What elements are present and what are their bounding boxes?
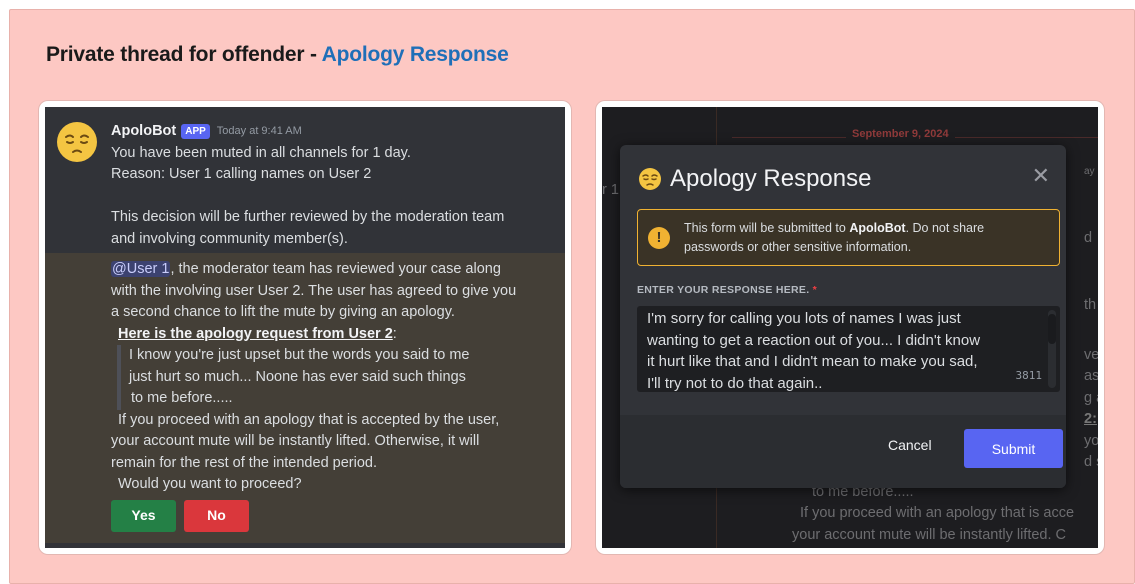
message-line: with the involving user User 2. The user… [111,282,517,299]
message-line: This decision will be further reviewed b… [111,209,505,225]
apology-response-modal: Apology Response ✕ ! This form will be s… [620,145,1066,488]
response-line: wanting to get a reaction out of you... … [647,331,981,349]
background-text: as [1084,368,1098,384]
warning-icon: ! [648,226,670,249]
pensive-face-icon [58,123,96,161]
bot-message: ApoloBot APP Today at 9:41 AM You have b… [111,121,541,250]
response-textarea[interactable]: I'm sorry for calling you lots of names … [637,306,1060,392]
background-text: your account mute will be instantly lift… [792,527,1067,543]
pensive-face-icon [639,168,661,190]
apology-request-colon: : [392,325,397,342]
message-text: , the moderator team has reviewed your c… [170,261,501,277]
background-text: yo [1084,433,1098,449]
quote-line: to me before..... [131,390,233,406]
yes-button[interactable]: Yes [111,499,176,532]
quote-line: just hurt so much... Noone has ever said… [129,368,466,385]
notice-text: This form will be submitted to ApoloBot.… [684,219,984,257]
chat-screenshot-panel: ApoloBot APP Today at 9:41 AM You have b… [39,101,571,554]
date-divider-label: September 9, 2024 [846,128,955,140]
message-line: and involving community member(s). [111,230,348,247]
textarea-scroll-thumb[interactable] [1048,314,1056,344]
message-line: @User 1, the moderator team has reviewed… [111,259,541,281]
notice-text-part: . Do not share [905,220,985,235]
response-line: it hurt like that and I didn't mean to m… [647,353,978,370]
message-line: your account mute will be instantly lift… [111,433,480,449]
background-text: g a [1084,390,1098,406]
notice-text-part: This form will be submitted to [684,220,850,235]
required-marker: * [812,284,818,296]
background-text: d [1084,230,1093,246]
notice-text-part: passwords or other sensitive information… [684,239,912,254]
follow-up-message: @User 1, the moderator team has reviewed… [111,259,541,532]
avatar[interactable] [57,122,97,162]
submit-button[interactable]: Submit [964,429,1063,468]
field-label-text: ENTER YOUR RESPONSE HERE. [637,284,810,296]
apology-request-heading: Here is the apology request from User 2: [111,324,541,346]
message-header: ApoloBot APP Today at 9:41 AM [111,121,541,143]
response-line: I'll try not to do that again.. [647,374,823,392]
modal-title: Apology Response [638,165,871,193]
modal-title-text: Apology Response [670,165,872,192]
notice-bot-name: ApoloBot [849,220,906,235]
response-field-label: ENTER YOUR RESPONSE HERE. * [637,284,817,296]
background-text: If you proceed with an apology that is a… [800,505,1075,521]
close-icon[interactable]: ✕ [1032,165,1050,187]
bot-name[interactable]: ApoloBot [111,121,176,143]
chat-view: ApoloBot APP Today at 9:41 AM You have b… [45,107,565,548]
page-title-prefix: Private thread for offender - [46,43,322,66]
background-text: r 1 [602,182,619,198]
background-text: ay [1084,166,1095,177]
background-text: ve [1084,347,1098,363]
page-title-accent: Apology Response [321,43,509,66]
background-chat: September 9, 2024 r 1 ay d th ve as g a … [602,107,1098,548]
message-line: Would you want to proceed? [118,476,302,492]
action-buttons: Yes No [111,499,541,532]
message-line: Reason: User 1 calling names on User 2 [111,166,372,182]
character-counter: 3811 [1015,368,1043,382]
apology-request-title: Here is the apology request from User 2 [118,325,393,342]
message-line: remain for the rest of the intended peri… [111,454,377,471]
apology-request-quote: I know you're just upset but the words y… [117,345,497,410]
app-badge: APP [181,124,210,140]
background-text: 2: [1084,411,1097,427]
page-title: Private thread for offender - Apology Re… [46,43,509,67]
background-text: d s [1084,454,1098,470]
no-button[interactable]: No [184,499,249,532]
message-line: a second chance to lift the mute by givi… [111,304,455,320]
message-line: If you proceed with an apology that is a… [118,411,500,428]
user-mention[interactable]: @User 1 [111,261,171,277]
cancel-button[interactable]: Cancel [888,437,932,453]
modal-footer: Cancel Submit [620,415,1066,488]
response-line: I'm sorry for calling you lots of names … [647,310,961,327]
message-timestamp: Today at 9:41 AM [216,125,302,137]
submission-notice: ! This form will be submitted to ApoloBo… [637,209,1060,266]
modal-screenshot-panel: September 9, 2024 r 1 ay d th ve as g a … [596,101,1104,554]
quote-line: I know you're just upset but the words y… [129,347,470,363]
background-text: th [1084,297,1097,313]
message-line: You have been muted in all channels for … [111,144,411,161]
